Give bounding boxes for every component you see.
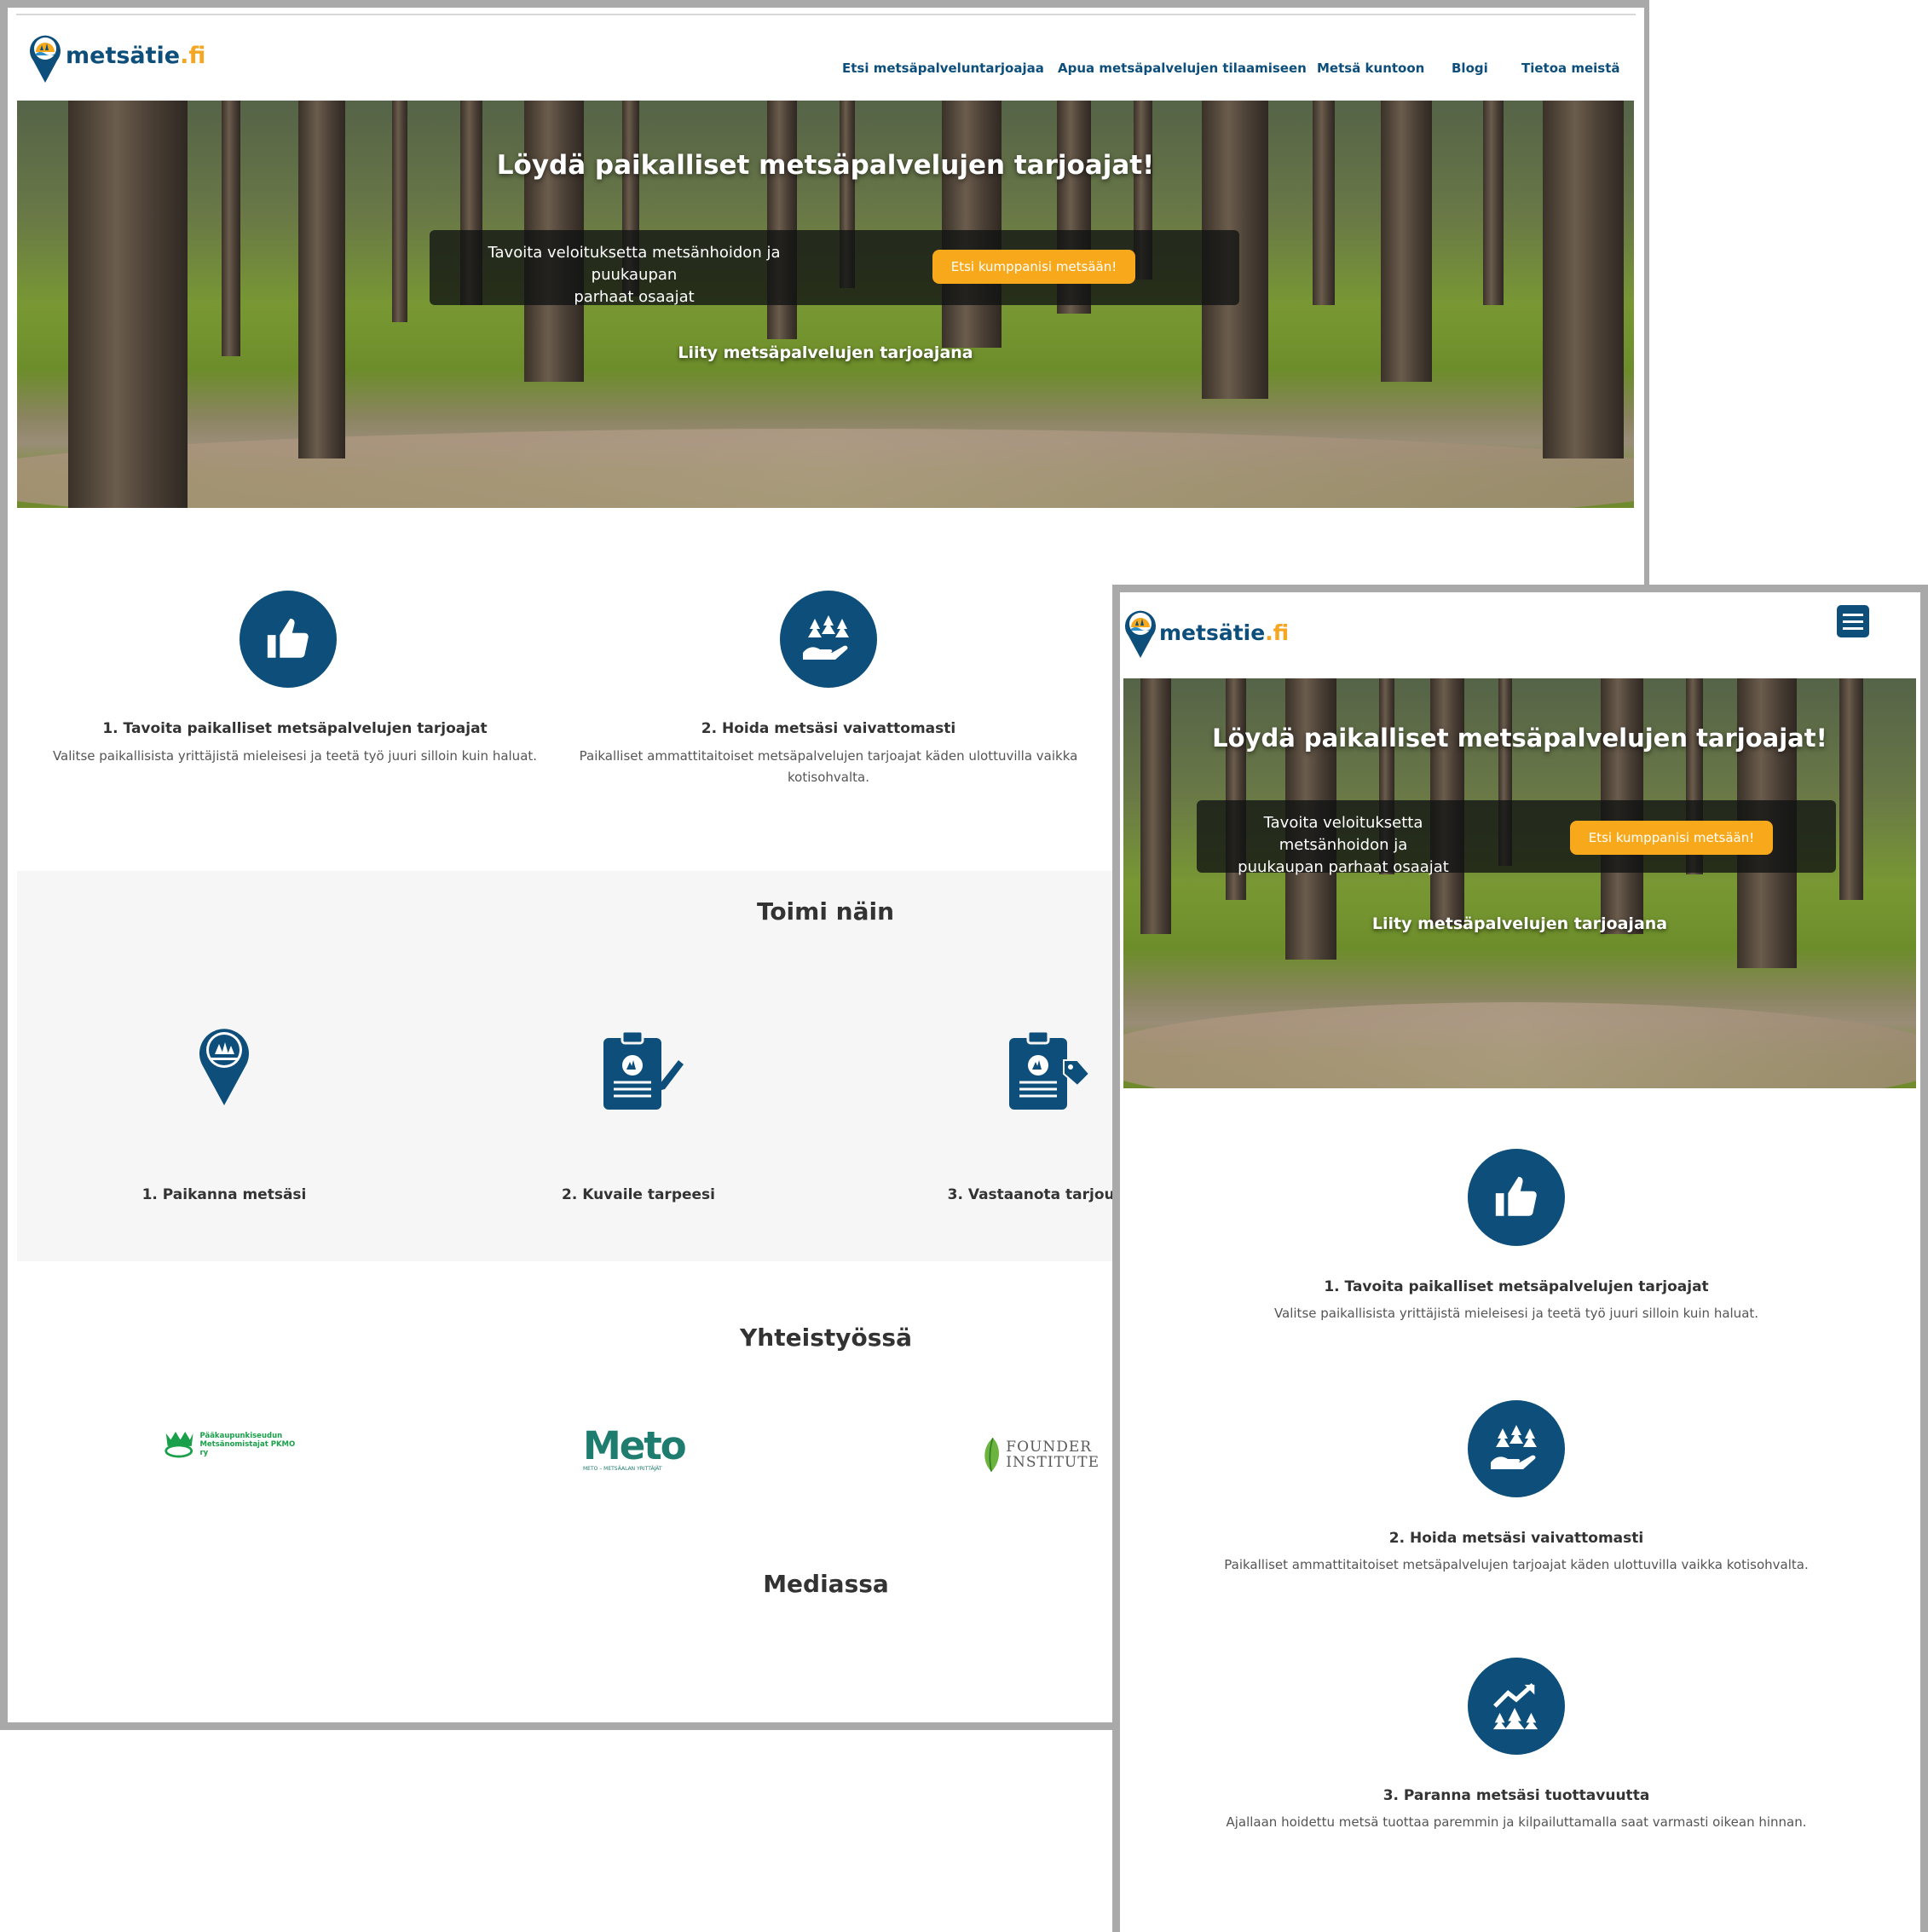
hero-tree — [1483, 101, 1504, 305]
feature-1-icon-circle — [1468, 1149, 1565, 1246]
hero-tree — [1313, 101, 1335, 305]
step-2-label: 2. Kuvaile tarpeesi — [562, 1186, 715, 1203]
hero-tree — [942, 101, 1002, 348]
feature-2-icon-circle — [1468, 1400, 1565, 1497]
feature-1-title: 1. Tavoita paikalliset metsäpalvelujen t… — [1324, 1278, 1709, 1295]
hero-banner: Löydä paikalliset metsäpalvelujen tarjoa… — [17, 101, 1634, 508]
hand-holding-trees-icon — [1491, 1425, 1537, 1469]
logo-tld: .fi — [1265, 620, 1290, 645]
feature-2-icon-circle — [780, 591, 877, 688]
hero-cta-box: Tavoita veloituksetta metsänhoidon ja pu… — [430, 230, 1239, 306]
feature-1-title: 1. Tavoita paikalliset metsäpalvelujen t… — [102, 720, 488, 737]
nav-apua[interactable]: Apua metsäpalvelujen tilaamiseen — [1058, 61, 1307, 76]
hero-cta-box: Tavoita veloituksetta metsänhoidon ja pu… — [1197, 800, 1836, 876]
hero-banner: Löydä paikalliset metsäpalvelujen tarjoa… — [1123, 678, 1916, 1088]
pkmo-logo[interactable]: Pääkaupunkiseudun Metsänomistajat PKMO r… — [163, 1427, 299, 1462]
hero-tree — [1140, 678, 1171, 934]
logo-pin-icon — [30, 35, 61, 83]
thumbs-up-icon — [1495, 1176, 1537, 1216]
hero-tree — [222, 101, 240, 356]
step-1-label: 1. Paikanna metsäsi — [141, 1186, 307, 1203]
nav-metsa-kuntoon[interactable]: Metsä kuntoon — [1317, 61, 1424, 76]
meto-logo[interactable]: Meto METO – METSÄALAN YRITTÄJÄT — [583, 1427, 694, 1479]
hand-holding-trees-icon — [803, 615, 849, 660]
join-as-provider-link[interactable]: Liity metsäpalvelujen tarjoajana — [17, 343, 1634, 362]
clipboard-pencil-icon — [603, 1029, 684, 1110]
site-logo[interactable]: metsätie.fi — [1123, 607, 1289, 660]
logo-name: metsätie — [1159, 620, 1266, 645]
feature-1-desc: Valitse paikallisista yrittäjistä mielei… — [52, 748, 538, 764]
top-divider — [16, 14, 1636, 15]
hero-tree — [1839, 678, 1863, 900]
hero-cta-text: Tavoita veloituksetta metsänhoidon ja pu… — [488, 244, 781, 307]
nav-etsi[interactable]: Etsi metsäpalveluntarjoajaa — [842, 61, 1044, 76]
forest-location-pin-icon — [199, 1029, 249, 1105]
hero-forest-path — [17, 429, 1634, 508]
hero-tree — [392, 101, 407, 322]
feature-2-title: 2. Hoida metsäsi vaivattomasti — [701, 720, 956, 737]
thumbs-up-icon — [267, 618, 309, 658]
feature-2-desc: Paikalliset ammattitaitoiset metsäpalvel… — [1224, 1557, 1809, 1572]
nav-blogi[interactable]: Blogi — [1452, 61, 1488, 76]
hero-title: Löydä paikalliset metsäpalvelujen tarjoa… — [496, 150, 1155, 181]
hamburger-menu-button[interactable] — [1837, 605, 1869, 637]
join-as-provider-link[interactable]: Liity metsäpalvelujen tarjoajana — [1123, 914, 1916, 933]
hero-forest-path — [1123, 1002, 1916, 1088]
meto-logo-text: Meto — [583, 1423, 687, 1468]
founder-leaf-icon — [984, 1438, 999, 1472]
mobile-view: metsätie.fi Löydä paikalliset metsäpalve… — [1112, 585, 1928, 1932]
hamburger-menu-icon — [1843, 620, 1863, 623]
site-logo[interactable]: metsätie.fi — [28, 32, 205, 84]
logo-name: metsätie — [66, 42, 181, 69]
clipboard-tag-icon — [1009, 1029, 1091, 1110]
feature-3-desc: Ajallaan hoidettu metsä tuottaa paremmin… — [1226, 1814, 1807, 1830]
pkmo-crown-icon — [165, 1432, 193, 1458]
logo-pin-icon — [1125, 610, 1156, 658]
feature-2-desc: Paikalliset ammattitaitoiset metsäpalvel… — [579, 748, 1078, 785]
hero-cta-text: Tavoita veloituksetta metsänhoidon ja pu… — [1238, 814, 1449, 877]
logo-tld: .fi — [180, 42, 206, 69]
founder-institute-logo[interactable]: FOUNDER INSTITUTE — [980, 1433, 1100, 1477]
feature-1-icon-circle — [240, 591, 337, 688]
feature-2-title: 2. Hoida metsäsi vaivattomasti — [1388, 1530, 1644, 1547]
nav-tietoa[interactable]: Tietoa meistä — [1521, 61, 1620, 76]
find-partner-button[interactable]: Etsi kumppanisi metsään! — [932, 250, 1135, 284]
hero-title: Löydä paikalliset metsäpalvelujen tarjoa… — [1212, 724, 1827, 753]
find-partner-button[interactable]: Etsi kumppanisi metsään! — [1570, 821, 1773, 855]
feature-3-icon-circle — [1468, 1658, 1565, 1755]
hero-tree — [1381, 101, 1432, 382]
growth-chart-trees-icon — [1492, 1682, 1538, 1730]
feature-1-desc: Valitse paikallisista yrittäjistä mielei… — [1273, 1306, 1759, 1321]
feature-3-title: 3. Paranna metsäsi tuottavuutta — [1383, 1787, 1650, 1804]
